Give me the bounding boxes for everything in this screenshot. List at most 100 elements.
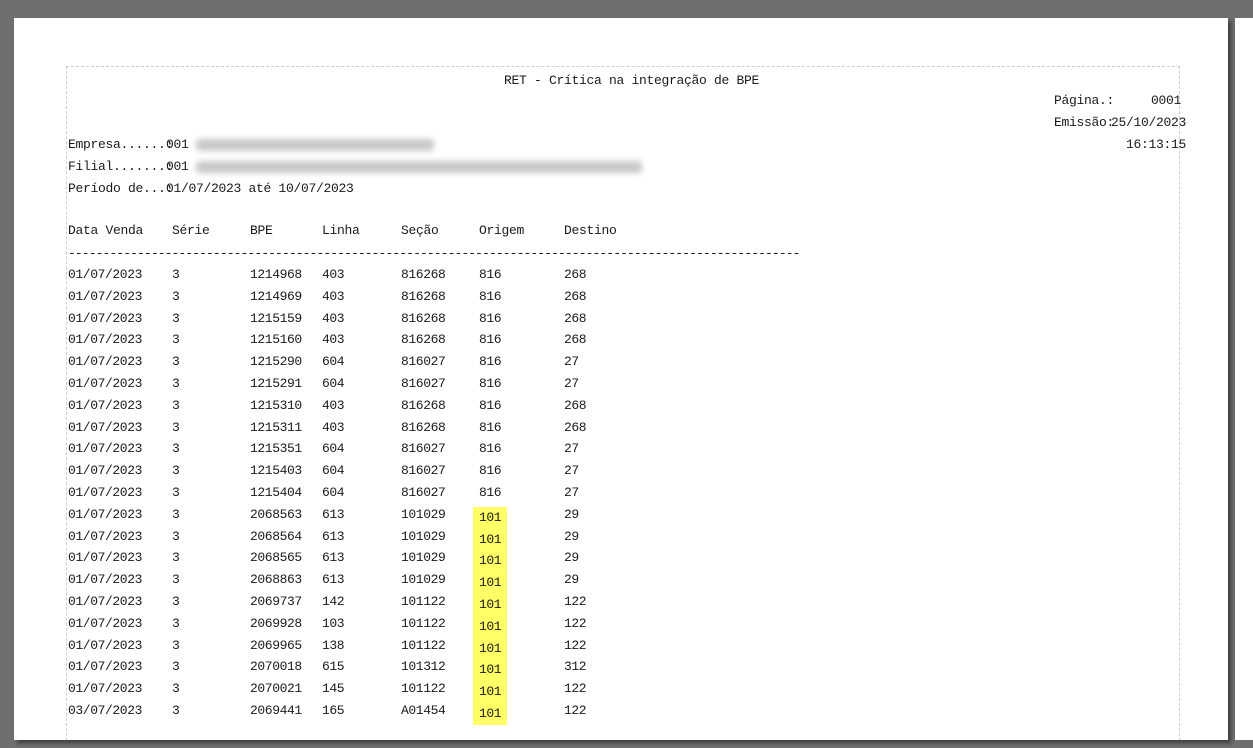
cell-origem: 816 [479, 441, 502, 457]
cell-linha: 403 [322, 397, 345, 413]
cell-bpe: 1214968 [250, 267, 302, 282]
cell-serie: 3 [172, 637, 180, 653]
cell-origem: 101 [473, 637, 508, 660]
cell-destino: 268 [564, 288, 587, 304]
cell-bpe: 2068563 [250, 506, 302, 522]
cell-destino: 122 [564, 615, 587, 631]
cell-destino: 29 [564, 528, 579, 544]
cell-bpe: 2068564 [250, 528, 302, 544]
table-row: 01/07/2023 3 1215311 403 816268 816 268 [14, 420, 1228, 442]
cell-secao: 101122 [401, 681, 446, 697]
cell-linha: 604 [322, 441, 345, 457]
header-separator: ----------------------------------------… [68, 246, 800, 261]
cell-secao: 101029 [401, 506, 446, 522]
table-row: 01/07/2023 3 2070021 145 101122 101 122 [14, 681, 1228, 704]
company-code: 001 [166, 137, 189, 152]
table-row: 01/07/2023 3 2068563 613 101029 101 29 [14, 506, 1228, 529]
cell-destino: 122 [564, 594, 587, 609]
cell-secao: 816268 [401, 310, 446, 326]
cell-origem: 816 [479, 332, 502, 348]
cell-data-venda: 01/07/2023 [68, 288, 143, 304]
cell-serie: 3 [172, 485, 180, 500]
table-row: 01/07/2023 3 2068863 613 101029 101 29 [14, 572, 1228, 595]
cell-origem: 816 [479, 463, 502, 479]
redacted-branch-name [196, 161, 642, 173]
issue-date: 25/10/2023 [1111, 115, 1187, 130]
table-row: 01/07/2023 3 1215160 403 816268 816 268 [14, 332, 1228, 354]
cell-secao: 816027 [401, 376, 446, 391]
cell-serie: 3 [172, 463, 180, 479]
table-row: 01/07/2023 3 1215291 604 816027 816 27 [14, 376, 1228, 398]
cell-serie: 3 [172, 354, 180, 370]
cell-linha: 604 [322, 463, 345, 479]
branch-label: Filial.......: [68, 159, 174, 174]
cell-destino: 268 [564, 397, 587, 413]
cell-data-venda: 01/07/2023 [68, 463, 143, 479]
cell-secao: 816268 [401, 419, 446, 435]
cell-bpe: 1215160 [250, 332, 302, 348]
cell-data-venda: 01/07/2023 [68, 441, 143, 457]
cell-bpe: 1215351 [250, 441, 302, 457]
cell-data-venda: 01/07/2023 [68, 376, 143, 391]
cell-data-venda: 03/07/2023 [68, 703, 143, 718]
table-row: 01/07/2023 3 2069737 142 101122 101 122 [14, 594, 1228, 616]
cell-bpe: 2069928 [250, 615, 302, 631]
cell-origem: 101 [473, 615, 508, 638]
cell-origem: 816 [479, 288, 502, 304]
cell-destino: 29 [564, 550, 579, 566]
cell-data-venda: 01/07/2023 [68, 594, 143, 609]
column-header-data-venda: Data Venda [68, 223, 144, 238]
cell-secao: 101312 [401, 659, 446, 675]
cell-linha: 165 [322, 703, 345, 718]
column-header-bpe: BPE [250, 223, 273, 238]
cell-serie: 3 [172, 441, 180, 457]
table-row: 01/07/2023 3 1215310 403 816268 816 268 [14, 398, 1228, 420]
cell-destino: 122 [564, 681, 587, 697]
cell-data-venda: 01/07/2023 [68, 572, 143, 588]
viewer-right-edge [1235, 18, 1253, 740]
cell-origem: 816 [479, 354, 502, 370]
cell-destino: 29 [564, 506, 579, 522]
cell-serie: 3 [172, 659, 180, 675]
column-header-linha: Linha [322, 223, 360, 238]
table-row: 01/07/2023 3 1215404 604 816027 816 27 [14, 485, 1228, 507]
company-label: Empresa......: [68, 137, 174, 152]
cell-serie: 3 [172, 288, 180, 304]
branch-code: 001 [166, 159, 189, 174]
cell-secao: 816027 [401, 485, 446, 500]
cell-bpe: 1215403 [250, 463, 302, 479]
cell-origem: 101 [473, 528, 508, 551]
cell-bpe: 2068565 [250, 550, 302, 566]
cell-linha: 403 [322, 419, 345, 435]
cell-bpe: 1215311 [250, 419, 302, 435]
cell-linha: 604 [322, 485, 345, 500]
cell-linha: 138 [322, 637, 345, 653]
cell-linha: 403 [322, 310, 345, 326]
cell-data-venda: 01/07/2023 [68, 681, 143, 697]
cell-destino: 122 [564, 703, 587, 718]
column-header-origem: Origem [479, 223, 525, 238]
cell-secao: 816268 [401, 332, 446, 348]
redacted-company-name [196, 139, 434, 151]
cell-destino: 312 [564, 659, 587, 675]
cell-secao: 816027 [401, 463, 446, 479]
cell-bpe: 2069965 [250, 637, 302, 653]
cell-bpe: 2069737 [250, 594, 302, 609]
cell-secao: 816268 [401, 267, 446, 282]
cell-linha: 613 [322, 528, 345, 544]
column-header-serie: Série [172, 223, 210, 238]
cell-origem: 816 [479, 267, 502, 282]
cell-bpe: 1215159 [250, 310, 302, 326]
cell-linha: 403 [322, 332, 345, 348]
cell-linha: 604 [322, 354, 345, 370]
cell-data-venda: 01/07/2023 [68, 659, 143, 675]
cell-bpe: 1214969 [250, 288, 302, 304]
table-row: 01/07/2023 3 2069965 138 101122 101 122 [14, 637, 1228, 660]
cell-bpe: 2070021 [250, 681, 302, 697]
cell-linha: 613 [322, 572, 345, 588]
cell-origem: 816 [479, 310, 502, 326]
cell-destino: 29 [564, 572, 579, 588]
cell-linha: 403 [322, 267, 345, 282]
cell-secao: 816268 [401, 397, 446, 413]
cell-bpe: 1215404 [250, 485, 302, 500]
